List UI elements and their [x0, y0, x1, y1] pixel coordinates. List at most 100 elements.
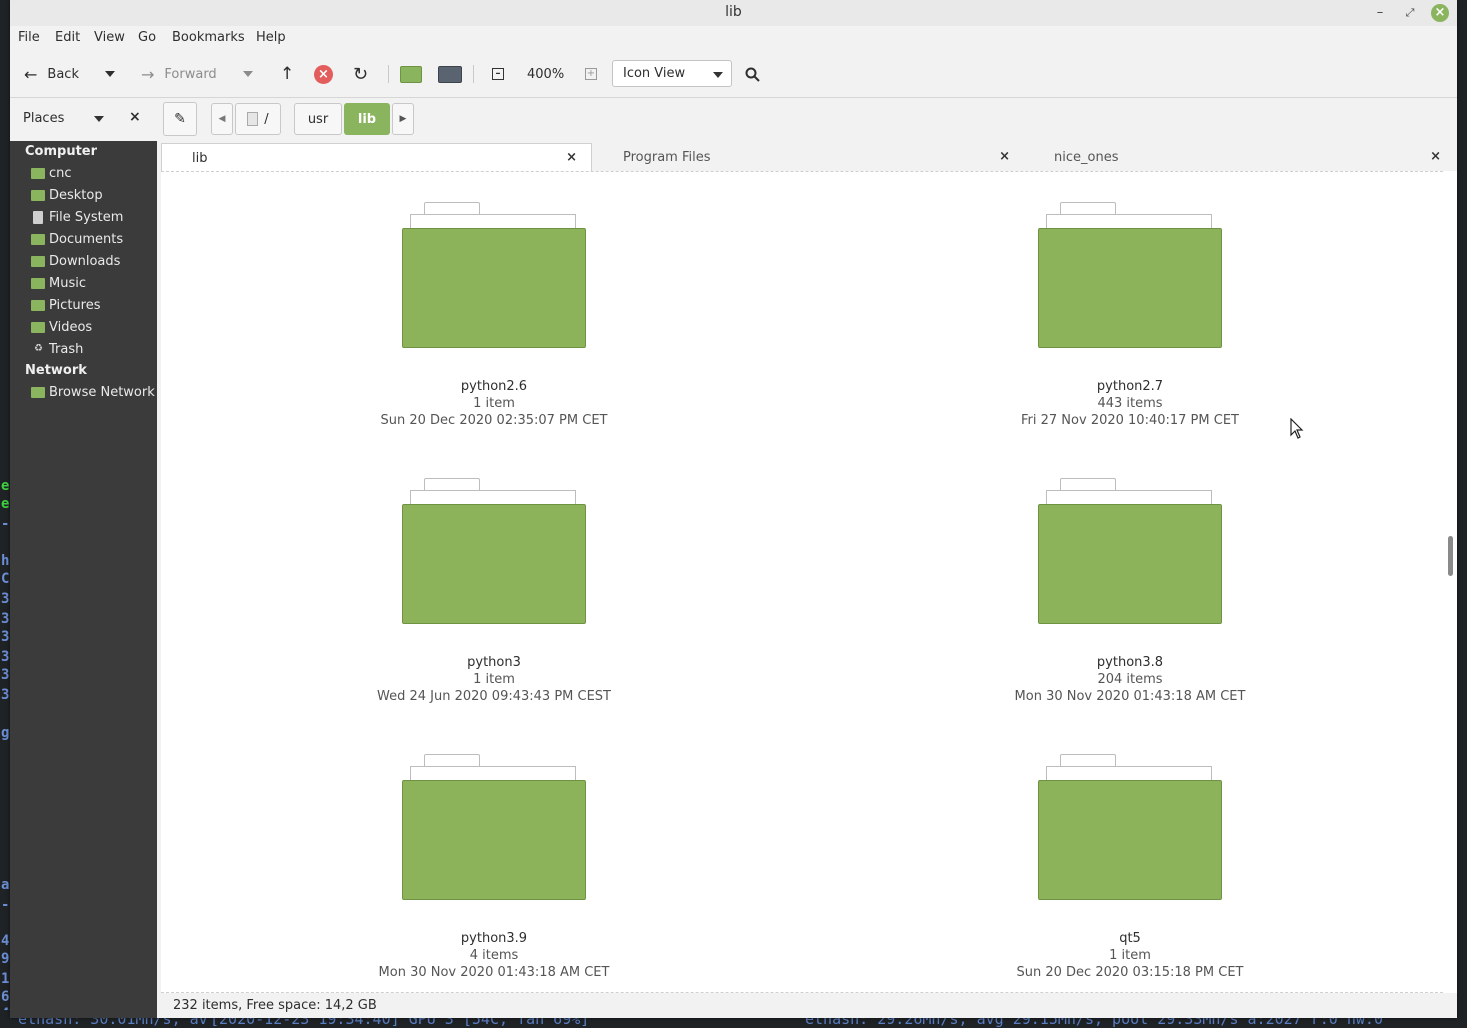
sidebar-item-downloads[interactable]: Downloads — [31, 251, 120, 271]
folder-item[interactable]: python3 1 item Wed 24 Jun 2020 09:43:43 … — [324, 478, 664, 705]
folder-item[interactable]: python3.8 204 items Mon 30 Nov 2020 01:4… — [960, 478, 1300, 705]
folder-item-count: 443 items — [1097, 396, 1163, 411]
tab-label: lib — [192, 151, 208, 166]
scrollbar-thumb[interactable] — [1448, 536, 1453, 576]
terminal-char: 4 — [1, 933, 10, 949]
sidebar-item-browse-network[interactable]: Browse Network — [31, 382, 155, 402]
folder-item[interactable]: python2.7 443 items Fri 27 Nov 2020 10:4… — [960, 202, 1300, 429]
folder-item[interactable]: python2.6 1 item Sun 20 Dec 2020 02:35:0… — [324, 202, 664, 429]
back-button[interactable]: ← Back — [24, 64, 79, 84]
vertical-scrollbar[interactable] — [1443, 171, 1457, 993]
folder-icon — [1038, 202, 1222, 348]
sidebar-item-file-system[interactable]: File System — [31, 207, 123, 227]
folder-date: Wed 24 Jun 2020 09:43:43 PM CEST — [377, 689, 611, 704]
minimize-button[interactable]: – — [1371, 4, 1389, 22]
close-tab-icon[interactable]: × — [999, 149, 1010, 164]
folder-item[interactable]: python3.9 4 items Mon 30 Nov 2020 01:43:… — [324, 754, 664, 981]
folder-name: python3.9 — [460, 931, 528, 946]
maximize-button[interactable]: ⤢ — [1401, 4, 1419, 22]
folder-icon — [1038, 478, 1222, 624]
zoom-level[interactable]: 400% — [527, 64, 564, 84]
folder-item[interactable]: qt5 1 item Sun 20 Dec 2020 03:15:18 PM C… — [960, 754, 1300, 981]
zoom-in-button[interactable]: + — [585, 64, 597, 84]
path-segment-usr[interactable]: usr — [294, 103, 342, 135]
forward-history-dropdown[interactable] — [243, 64, 253, 84]
zoom-out-button[interactable]: – — [492, 64, 504, 84]
path-scroll-right-button[interactable]: ▶ — [392, 103, 414, 135]
sidebar-item-label: Documents — [49, 231, 124, 247]
menu-go[interactable]: Go — [138, 30, 156, 45]
menu-file[interactable]: File — [18, 30, 40, 45]
reload-button[interactable]: ↻ — [353, 64, 368, 85]
tab-nice-ones[interactable]: nice_ones × — [1024, 143, 1455, 171]
desktop-folder-icon — [31, 189, 45, 201]
folder-date: Mon 30 Nov 2020 01:43:18 AM CET — [1014, 689, 1246, 704]
sidebar-item-cnc[interactable]: cnc — [31, 163, 72, 183]
sidebar-item-videos[interactable]: Videos — [31, 317, 92, 337]
documents-folder-icon — [31, 233, 45, 245]
terminal-char: a — [1, 877, 10, 893]
tab-program-files[interactable]: Program Files × — [593, 143, 1024, 171]
sidebar-item-label: Videos — [49, 319, 93, 335]
status-bar: 232 items, Free space: 14,2 GB — [157, 993, 1457, 1018]
videos-folder-icon — [31, 321, 45, 333]
places-dropdown-icon[interactable] — [94, 116, 104, 122]
close-button[interactable]: × — [1431, 4, 1449, 22]
view-mode-select[interactable]: Icon View — [612, 60, 732, 87]
mouse-pointer-icon — [1290, 418, 1304, 439]
folder-name: python2.6 — [460, 379, 528, 394]
menu-help[interactable]: Help — [256, 30, 286, 45]
icon-view[interactable]: python2.6 1 item Sun 20 Dec 2020 02:35:0… — [161, 171, 1443, 993]
sidebar-header: Places × — [10, 98, 157, 141]
tab-bar: lib × Program Files × nice_ones × — [161, 141, 1457, 171]
network-folder-icon — [31, 386, 45, 398]
menu-bookmarks[interactable]: Bookmarks — [172, 30, 245, 45]
sidebar-heading-computer: Computer — [25, 144, 98, 159]
chevron-down-icon — [713, 72, 723, 78]
computer-button[interactable] — [438, 64, 462, 84]
places-label[interactable]: Places — [23, 111, 64, 126]
back-history-dropdown[interactable] — [105, 64, 115, 84]
folder-icon — [402, 754, 586, 900]
folder-item-count: 1 item — [1109, 948, 1151, 963]
search-button[interactable] — [745, 64, 760, 84]
toggle-location-entry-button[interactable]: ✎ — [163, 102, 197, 136]
tab-lib[interactable]: lib × — [161, 143, 592, 171]
sidebar-item-music[interactable]: Music — [31, 273, 86, 293]
title-bar[interactable]: lib – ⤢ × — [10, 0, 1457, 26]
close-tab-icon[interactable]: × — [1430, 149, 1441, 164]
path-segment-label: lib — [357, 111, 377, 127]
sidebar-item-pictures[interactable]: Pictures — [31, 295, 100, 315]
path-segment-lib[interactable]: lib — [344, 103, 390, 135]
folder-item-count: 1 item — [473, 396, 515, 411]
menu-edit[interactable]: Edit — [55, 30, 80, 45]
folder-icon — [402, 202, 586, 348]
sidebar-item-desktop[interactable]: Desktop — [31, 185, 103, 205]
menu-view[interactable]: View — [94, 30, 125, 45]
path-segment-root[interactable]: / — [235, 103, 281, 135]
terminal-char: 3 — [1, 611, 10, 627]
sidebar-item-documents[interactable]: Documents — [31, 229, 123, 249]
folder-date: Sun 20 Dec 2020 02:35:07 PM CET — [380, 413, 608, 428]
path-scroll-left-button[interactable]: ◀ — [211, 103, 233, 135]
menu-bar: File Edit View Go Bookmarks Help — [10, 26, 1457, 50]
tab-label: Program Files — [623, 150, 711, 165]
close-tab-icon[interactable]: × — [566, 150, 577, 165]
sidebar-item-trash[interactable]: ♻ Trash — [31, 339, 83, 359]
terminal-char: 1 — [1, 971, 10, 987]
forward-button[interactable]: → Forward — [141, 64, 217, 84]
zoom-out-icon: – — [492, 68, 504, 80]
status-text: 232 items, Free space: 14,2 GB — [173, 998, 377, 1013]
up-button[interactable]: ↑ — [280, 64, 294, 84]
terminal-char: 3 — [1, 667, 10, 683]
home-button[interactable] — [400, 64, 422, 84]
terminal-char: h — [1, 553, 10, 569]
folder-icon — [1038, 754, 1222, 900]
stop-button[interactable]: × — [314, 64, 333, 84]
terminal-char: e — [1, 478, 10, 494]
chevron-right-icon: ▶ — [399, 114, 407, 124]
folder-item-count: 4 items — [469, 948, 519, 963]
close-sidebar-icon[interactable]: × — [129, 109, 141, 125]
sidebar: Computer cnc Desktop File System Documen… — [10, 141, 157, 1018]
window-title: lib — [725, 4, 742, 20]
